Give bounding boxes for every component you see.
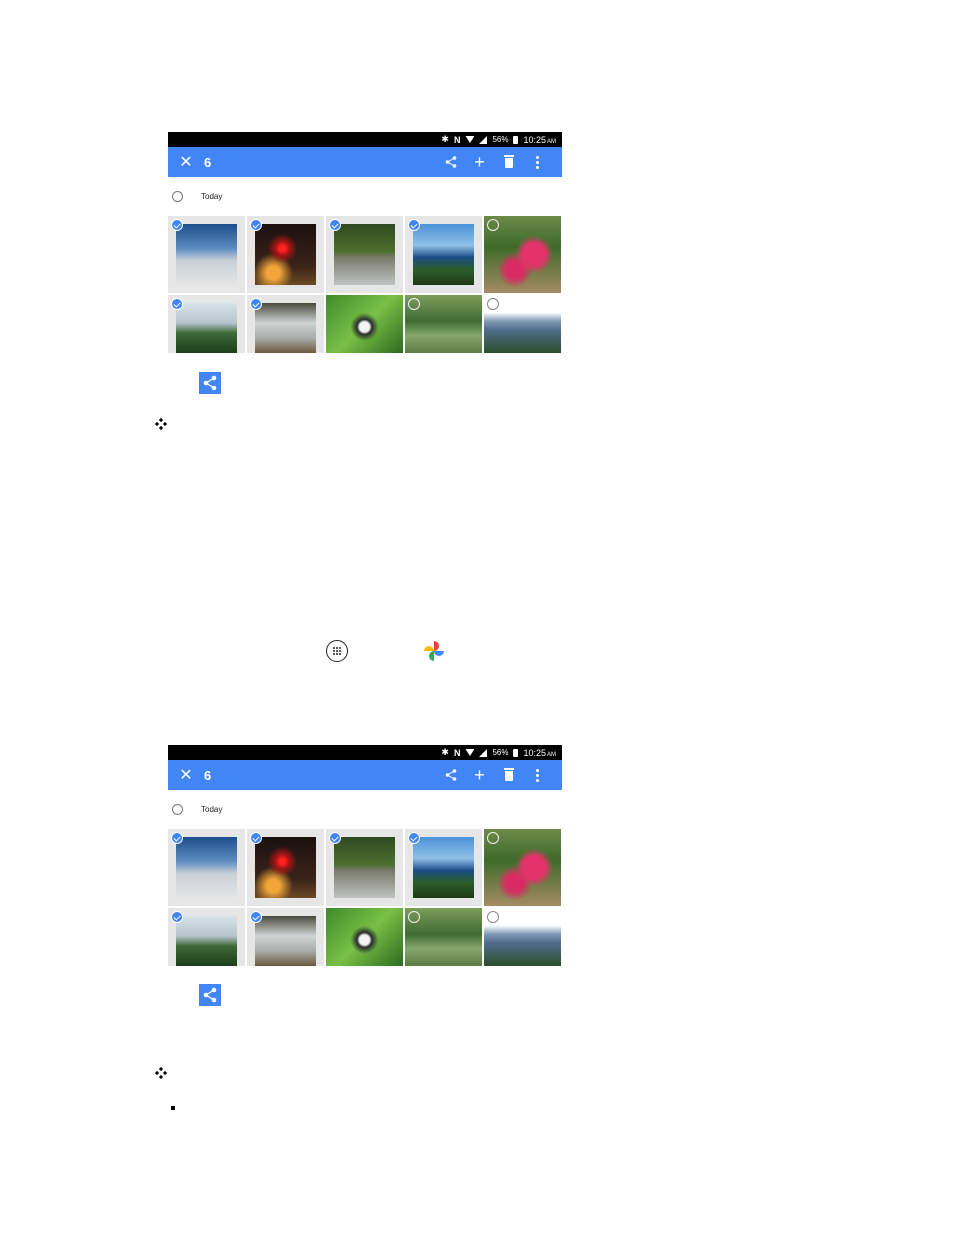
check-icon [171,832,183,844]
check-icon [171,911,183,923]
signal-icon [479,135,488,144]
unselected-circle-icon [487,219,499,231]
share-icon [203,375,217,391]
clock: 10:25AM [523,747,556,758]
check-icon [250,911,262,923]
delete-button[interactable] [494,155,523,168]
select-day-radio[interactable] [172,191,183,202]
trash-icon [503,155,514,168]
photo-butterfly[interactable] [326,908,403,966]
photo-glass-forest[interactable] [326,829,403,906]
selection-app-bar: ✕ 6 + [168,147,562,177]
status-bar: ✱ N 56% 10:25AM [168,132,562,147]
photo-grid [168,829,562,966]
date-section-header: Today [168,177,562,216]
signal-icon [479,748,488,757]
photo-airplane-wing[interactable] [168,829,245,906]
selected-count: 6 [204,767,212,783]
selected-count: 6 [204,154,212,170]
nfc-icon: N [453,134,461,145]
share-action-button[interactable] [436,769,465,781]
more-vert-icon [536,768,539,782]
check-icon [250,832,262,844]
photo-garden-path[interactable] [405,295,482,353]
unselected-circle-icon [487,298,499,310]
status-bar: ✱ N 56% 10:25AM [168,745,562,760]
date-label: Today [201,805,223,814]
photo-glass-table[interactable] [247,295,324,353]
trash-icon [503,768,514,781]
battery-icon [513,135,519,144]
photo-valley[interactable] [484,908,561,966]
photo-butterfly[interactable] [326,295,403,353]
more-vert-icon [536,155,539,169]
unselected-circle-icon [408,298,420,310]
date-section-header: Today [168,790,562,829]
wifi-icon [465,136,475,143]
apps-icon [326,640,348,662]
bluetooth-icon: ✱ [441,747,449,757]
photo-flower-garden[interactable] [484,829,561,906]
battery-percent: 56% [492,748,509,757]
battery-percent: 56% [492,135,509,144]
share-icon [445,156,456,168]
delete-button[interactable] [494,768,523,781]
close-icon[interactable]: ✕ [178,765,194,785]
photo-valley[interactable] [484,295,561,353]
check-icon [171,298,183,310]
check-icon [250,219,262,231]
photo-hillside[interactable] [168,295,245,353]
diamond-bullet-icon [155,1067,167,1079]
photo-grid [168,216,562,353]
photo-sea-cliff[interactable] [405,216,482,293]
add-to-album-button[interactable]: + [465,153,494,171]
share-action-button[interactable] [436,156,465,168]
more-options-button[interactable] [523,768,552,782]
date-label: Today [201,192,223,201]
share-icon [203,987,217,1003]
clock: 10:25AM [523,134,556,145]
photo-glass-table[interactable] [247,908,324,966]
check-icon [329,832,341,844]
unselected-circle-icon [487,832,499,844]
square-bullet-icon [171,1106,175,1110]
add-to-album-button[interactable]: + [465,766,494,784]
share-button[interactable] [199,984,221,1006]
nfc-icon: N [453,747,461,758]
photo-night-lights[interactable] [247,829,324,906]
selection-app-bar: ✕ 6 + [168,760,562,790]
check-icon [171,219,183,231]
photo-night-lights[interactable] [247,216,324,293]
photo-hillside[interactable] [168,908,245,966]
check-icon [408,832,420,844]
check-icon [408,219,420,231]
unselected-circle-icon [487,911,499,923]
wifi-icon [465,749,475,756]
bluetooth-icon: ✱ [441,134,449,144]
diamond-bullet-icon [155,418,167,430]
screenshot-photos-selection-2: ✱ N 56% 10:25AM ✕ 6 + Today [168,745,562,966]
share-icon [445,769,456,781]
close-icon[interactable]: ✕ [178,152,194,172]
check-icon [329,219,341,231]
battery-icon [513,748,519,757]
select-day-radio[interactable] [172,804,183,815]
screenshot-photos-selection-1: ✱ N 56% 10:25AM ✕ 6 + Today [168,132,562,353]
unselected-circle-icon [408,911,420,923]
photo-glass-forest[interactable] [326,216,403,293]
photo-airplane-wing[interactable] [168,216,245,293]
more-options-button[interactable] [523,155,552,169]
check-icon [250,298,262,310]
share-button[interactable] [199,372,221,394]
photo-sea-cliff[interactable] [405,829,482,906]
photo-flower-garden[interactable] [484,216,561,293]
photo-garden-path[interactable] [405,908,482,966]
google-photos-icon [424,641,444,661]
